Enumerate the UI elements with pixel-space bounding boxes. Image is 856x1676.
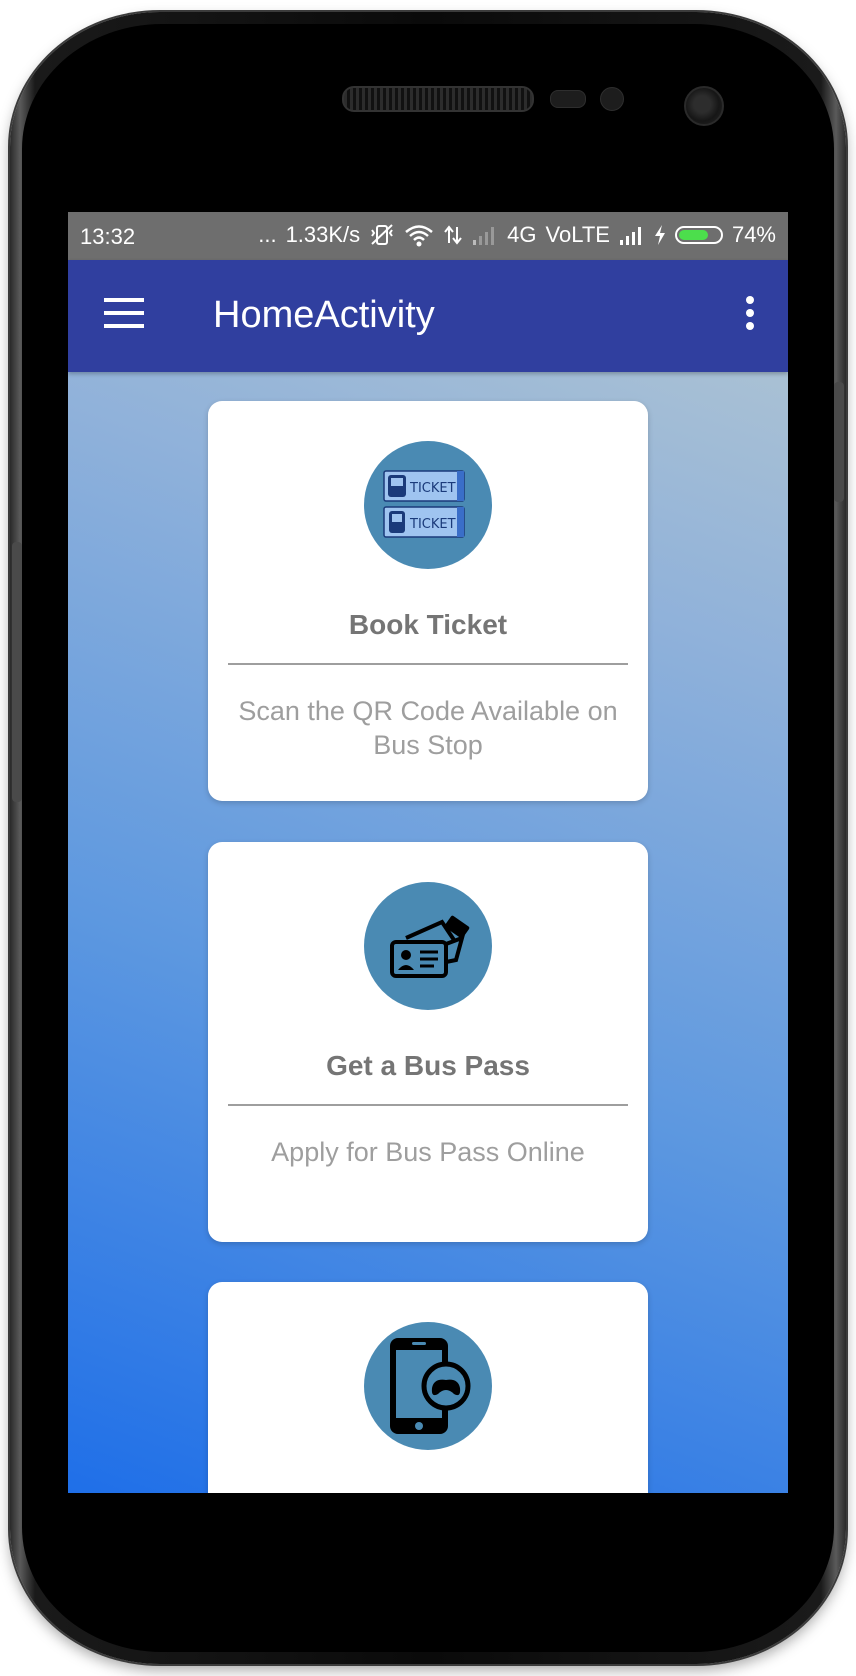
card-description: Apply for Bus Pass Online — [271, 1137, 585, 1167]
proximity-sensor — [550, 90, 586, 108]
card-title: Get a Bus Pass — [326, 1050, 530, 1081]
card-divider — [228, 663, 628, 665]
wifi-icon — [405, 225, 433, 247]
notification-dots: ... — [258, 222, 277, 247]
app-toolbar: HomeActivity — [68, 260, 788, 372]
power-button — [834, 382, 844, 502]
status-time: 13:32 — [80, 224, 136, 249]
card-divider — [228, 1104, 628, 1106]
hamburger-menu-icon[interactable] — [104, 298, 144, 330]
id-card-pass-icon — [364, 882, 492, 1010]
front-camera — [684, 86, 724, 126]
card-title: Book Ticket — [348, 609, 508, 640]
volume-button — [12, 542, 22, 802]
battery-percent: 74% — [731, 222, 776, 247]
app-screen: 13:32 ... 1.33K/s 4G VoLTE 74% HomeActiv… — [68, 212, 788, 1493]
battery-level — [678, 230, 708, 240]
bus-train-ticket-icon: TICKET TICKET — [364, 441, 492, 569]
earpiece-speaker — [342, 86, 534, 112]
data-transfer-icon — [444, 225, 462, 245]
charging-icon — [654, 225, 665, 245]
network-type: 4G — [507, 222, 537, 247]
svg-text:TICKET: TICKET — [409, 517, 456, 532]
bus-pass-card[interactable]: Get a Bus Pass Apply for Bus Pass Online — [208, 842, 648, 1242]
signal-strong-icon — [619, 227, 641, 245]
status-bar: 13:32 ... 1.33K/s 4G VoLTE 74% — [68, 212, 788, 260]
volte-label: VoLTE — [545, 222, 610, 247]
card-description: Scan the QR Code Available on Bus Stop — [238, 696, 618, 760]
app-title: HomeActivity — [213, 294, 435, 336]
network-speed: 1.33K/s — [285, 222, 361, 247]
status-indicators: ... 1.33K/s 4G VoLTE 74% — [258, 222, 776, 248]
light-sensor — [600, 87, 624, 111]
book-ticket-card[interactable]: TICKET TICKET Book Ticket Scan the QR Co… — [208, 401, 648, 801]
more-vert-icon[interactable] — [742, 296, 758, 336]
phone-game-icon — [364, 1322, 492, 1450]
svg-text:TICKET: TICKET — [409, 481, 456, 496]
battery-icon — [674, 226, 723, 244]
mobile-game-card[interactable] — [208, 1282, 648, 1493]
vibrate-off-icon — [371, 224, 394, 245]
signal-weak-icon — [473, 227, 495, 245]
